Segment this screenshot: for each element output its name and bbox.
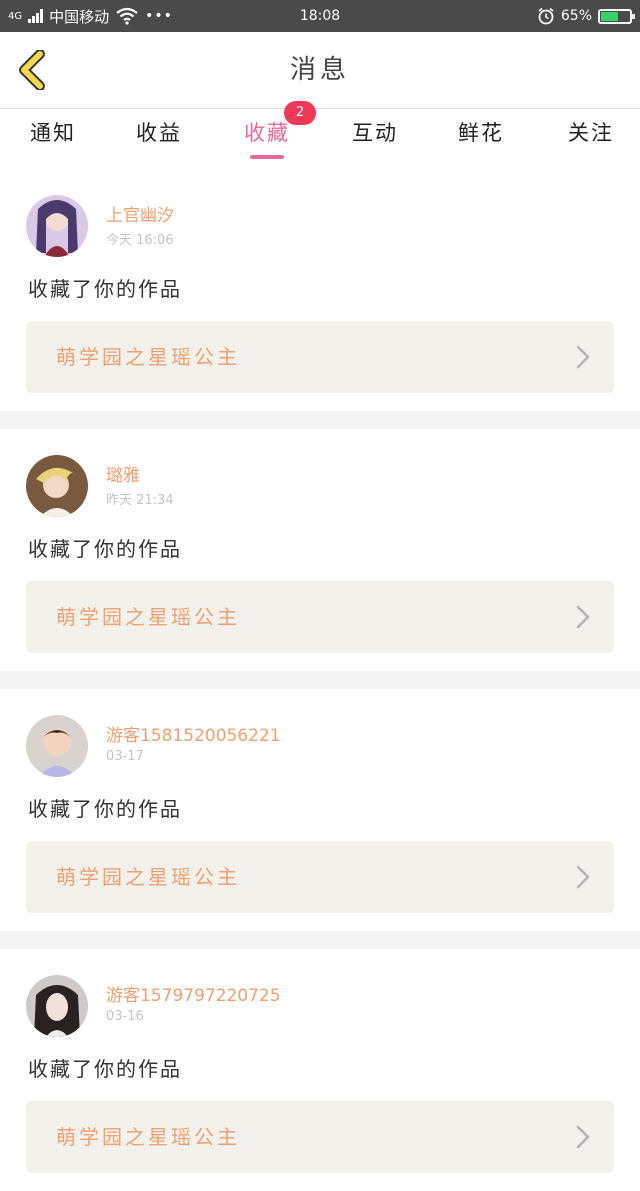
timestamp: 03-16 [106,1009,144,1024]
action-text: 收藏了你的作品 [28,797,182,821]
tab-label: 鲜花 [458,121,504,145]
user-name[interactable]: 游客1581520056221 [106,721,281,746]
chevron-right-icon [576,1125,590,1149]
user-name[interactable]: 游客1579797220725 [106,981,281,1006]
avatar[interactable] [26,715,88,777]
alarm-icon [538,7,554,25]
list-item: 上官幽汐 今天 16:06 收藏了你的作品 萌学园之星瑶公主 [0,169,640,411]
tab-label: 收藏 [244,121,290,145]
action-text: 收藏了你的作品 [28,1057,182,1081]
page-title: 消息 [289,55,350,85]
status-bar: 4G 中国移动 ••• 18:08 65% [0,0,640,32]
work-title: 萌学园之星瑶公主 [56,1125,240,1149]
work-title: 萌学园之星瑶公主 [56,865,240,889]
chevron-right-icon [576,345,590,369]
top-nav: 消息 [0,32,640,109]
avatar[interactable] [26,195,88,257]
list-item: 游客1581520056221 03-17 收藏了你的作品 萌学园之星瑶公主 [0,689,640,931]
tab-bar: 通知 收益 收藏 2 互动 鲜花 关注 [0,101,640,169]
battery-icon [598,8,635,24]
action-text: 收藏了你的作品 [28,277,182,301]
tab-label: 收益 [136,121,182,145]
timestamp: 03-17 [106,749,144,764]
work-title: 萌学园之星瑶公主 [56,345,240,369]
tab-label: 关注 [568,121,614,145]
work-link[interactable]: 萌学园之星瑶公主 [26,581,614,653]
tab-following[interactable]: 关注 [556,109,626,169]
user-name[interactable]: 上官幽汐 [106,201,174,226]
chevron-right-icon [576,865,590,889]
list-item: 游客1579797220725 03-16 收藏了你的作品 萌学园之星瑶公主 [0,949,640,1191]
work-link[interactable]: 萌学园之星瑶公主 [26,321,614,393]
tab-label: 通知 [30,121,76,145]
tab-notifications[interactable]: 通知 [18,109,88,169]
chevron-right-icon [576,605,590,629]
avatar[interactable] [26,455,88,517]
avatar[interactable] [26,975,88,1037]
tab-earnings[interactable]: 收益 [124,109,194,169]
tab-label: 互动 [352,121,398,145]
user-name[interactable]: 璐雅 [106,461,140,486]
tab-favorites[interactable]: 收藏 2 [232,101,316,169]
active-tab-indicator [250,155,284,159]
battery-percent: 65% [560,8,592,24]
timestamp: 今天 16:06 [106,233,174,248]
unread-badge: 2 [284,101,316,125]
timestamp: 昨天 21:34 [106,493,174,508]
tab-interactions[interactable]: 互动 [340,109,410,169]
work-link[interactable]: 萌学园之星瑶公主 [26,1101,614,1173]
action-text: 收藏了你的作品 [28,537,182,561]
work-link[interactable]: 萌学园之星瑶公主 [26,841,614,913]
list-item: 璐雅 昨天 21:34 收藏了你的作品 萌学园之星瑶公主 [0,429,640,671]
work-title: 萌学园之星瑶公主 [56,605,240,629]
tab-flowers[interactable]: 鲜花 [446,109,516,169]
